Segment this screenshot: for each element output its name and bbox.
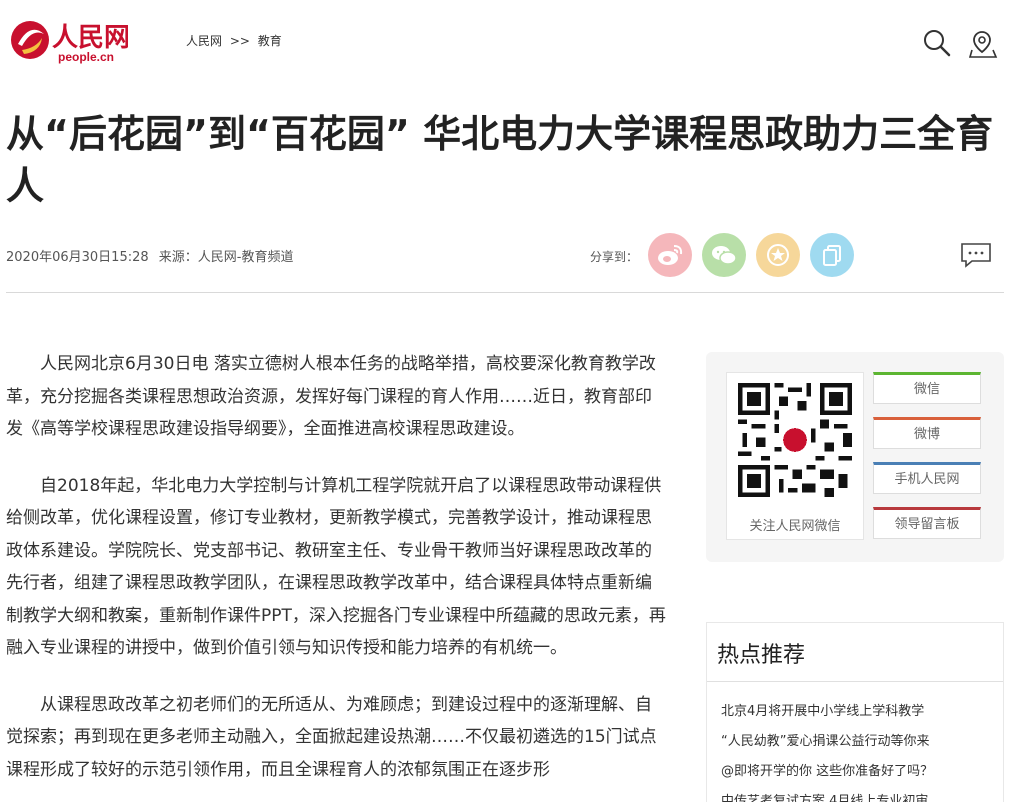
share-wechat-button[interactable] <box>702 233 746 277</box>
hot-list-item[interactable]: 北京4月将开展中小学线上学科教学 <box>721 697 997 727</box>
publish-date: 2020年06月30日15:28 <box>6 250 149 265</box>
weibo-button[interactable]: 微博 <box>873 417 981 449</box>
breadcrumb-home[interactable]: 人民网 <box>186 34 222 48</box>
hot-title: 热点推荐 <box>717 643 806 668</box>
qr-caption: 关注人民网微信 <box>749 519 841 534</box>
header-divider <box>6 292 1004 293</box>
leader-message-board-button[interactable]: 领导留言板 <box>873 507 981 539</box>
wechat-qr-code <box>738 383 852 497</box>
mobile-people-button[interactable]: 手机人民网 <box>873 462 981 494</box>
article-body: 人民网北京6月30日电 落实立德树人根本任务的战略举措，高校要深化教育教学改革，… <box>6 348 668 802</box>
breadcrumb-separator: >> <box>229 34 250 48</box>
article-paragraph: 从课程思政改革之初老师们的无所适从、为难顾虑；到建设过程中的逐渐理解、自觉探索；… <box>6 694 657 780</box>
hot-list-item[interactable]: “人民幼教”爱心捐课公益行动等你来 <box>721 727 997 757</box>
hot-recommendations: 热点推荐 北京4月将开展中小学线上学科教学 “人民幼教”爱心捐课公益行动等你来 … <box>706 622 1004 802</box>
search-icon[interactable] <box>922 28 952 58</box>
article-title: 从“后花园”到“百花园” 华北电力大学课程思政助力三全育人 <box>6 112 994 208</box>
wechat-icon <box>712 246 737 265</box>
location-icon[interactable] <box>968 28 998 58</box>
hot-list-item[interactable]: @即将开学的你 这些你准备好了吗？ <box>721 757 997 787</box>
share-label: 分享到： <box>590 250 639 264</box>
breadcrumb-section[interactable]: 教育 <box>258 34 282 48</box>
comment-icon <box>961 243 991 268</box>
breadcrumb: 人民网 >> 教育 <box>186 32 286 49</box>
wechat-button[interactable]: 微信 <box>873 372 981 404</box>
weibo-icon <box>658 245 683 265</box>
article-source[interactable]: 来源：人民网-教育频道 <box>159 250 294 265</box>
share-weibo-button[interactable] <box>648 233 692 277</box>
hot-list: 北京4月将开展中小学线上学科教学 “人民幼教”爱心捐课公益行动等你来 @即将开学… <box>721 697 997 802</box>
share-favorite-button[interactable] <box>756 233 800 277</box>
site-header: 人民网 people.cn 人民网 >> 教育 <box>0 0 1009 80</box>
star-icon <box>767 244 789 266</box>
article-paragraph: 自2018年起，华北电力大学控制与计算机工程学院就开启了以课程思政带动课程供给侧… <box>6 475 666 659</box>
copy-icon <box>823 245 841 266</box>
logo-domain: people.cn <box>58 50 115 64</box>
copy-link-button[interactable] <box>810 233 854 277</box>
article-paragraph: 人民网北京6月30日电 落实立德树人根本任务的战略举措，高校要深化教育教学改革，… <box>6 354 656 439</box>
hot-list-item[interactable]: 中传艺考复试方案 4月线上专业初审 <box>721 787 997 802</box>
svg-text:人民网: 人民网 <box>52 23 128 53</box>
hot-divider <box>707 681 1003 682</box>
article-meta: 2020年06月30日15:28 来源：人民网-教育频道 <box>6 246 299 265</box>
follow-panel: 关注人民网微信 微信 微博 手机人民网 领导留言板 <box>706 352 1004 562</box>
comment-button[interactable] <box>960 242 992 268</box>
qr-card: 关注人民网微信 <box>726 372 864 540</box>
